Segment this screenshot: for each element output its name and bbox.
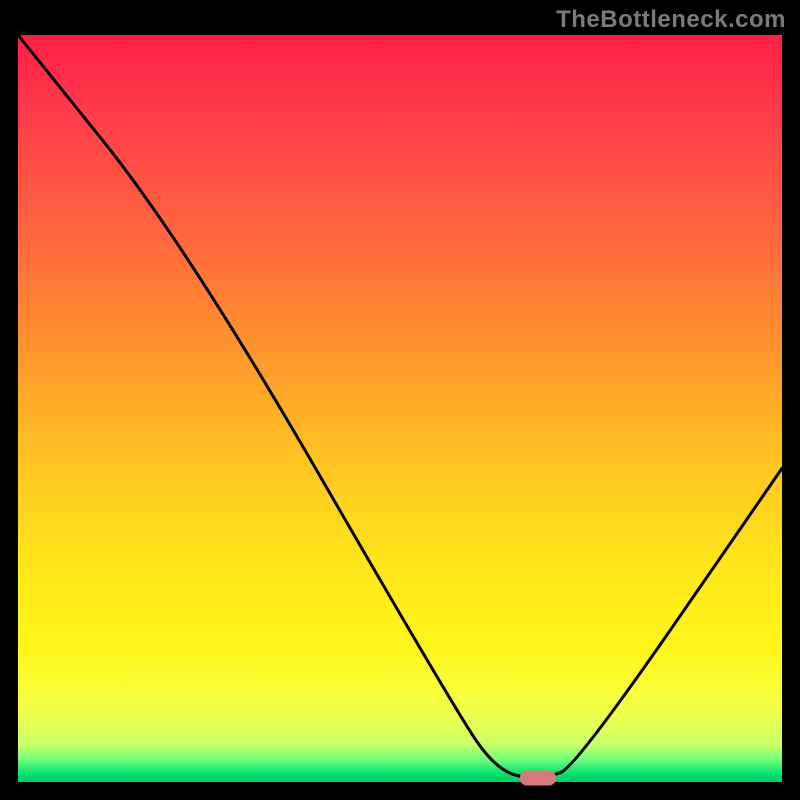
plot-area: [18, 35, 782, 782]
watermark-text: TheBottleneck.com: [556, 6, 786, 34]
bottleneck-curve: [18, 35, 782, 782]
optimal-marker: [520, 771, 556, 786]
chart-frame: TheBottleneck.com: [0, 0, 800, 800]
curve-path: [18, 35, 782, 777]
